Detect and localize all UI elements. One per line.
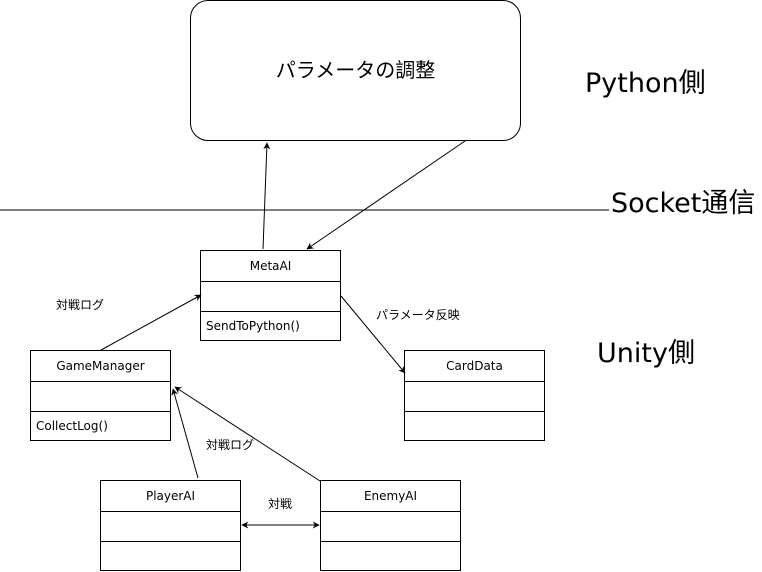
- arrow-gamemanager-to-metaai: [100, 294, 202, 351]
- arrow-python-to-metaai: [306, 140, 466, 250]
- arrow-metaai-to-python: [262, 142, 271, 250]
- arrow-enemyai-to-gamemanager: [174, 386, 321, 482]
- arrow-metaai-to-carddata: [340, 295, 406, 374]
- arrow-playerai-to-gamemanager: [171, 388, 199, 479]
- connectors: [0, 140, 609, 529]
